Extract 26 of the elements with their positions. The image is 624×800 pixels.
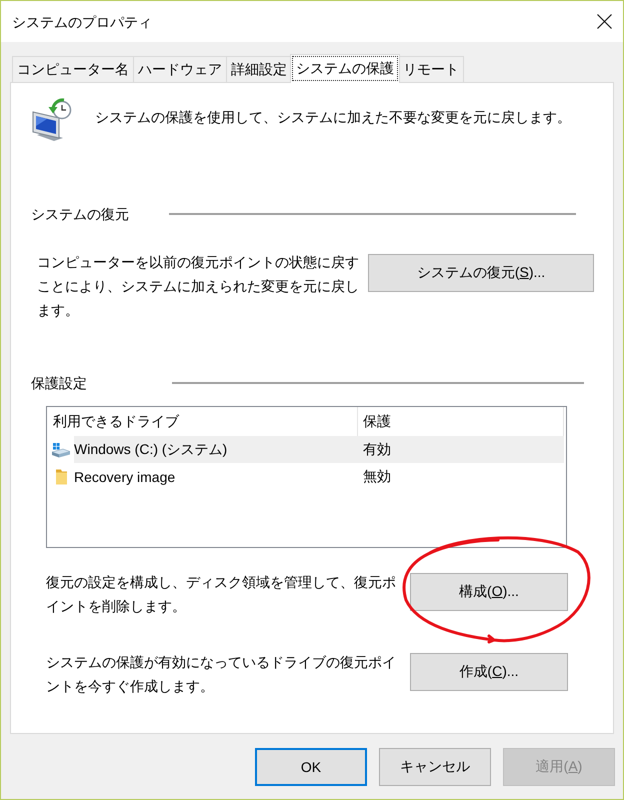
tab[interactable]: システムの保護 — [290, 54, 400, 83]
action-button[interactable]: 構成(O)... — [410, 573, 568, 611]
drive-name: Recovery image — [74, 468, 176, 484]
drive-list[interactable]: 利用できるドライブ 保護 Windows (C:) (システム) 有効 Recovery image 無効 — [46, 406, 567, 548]
window-title: システムのプロパティ — [12, 12, 152, 30]
description-text: システムの保護が有効になっているドライブの復元ポイントを今すぐ作成します。 — [46, 653, 397, 696]
description-text: コンピューターを以前の復元ポイントの状態に戻すことにより、システムに加えられた変更を元に戻します。 — [37, 253, 360, 320]
protection-status: 無効 — [362, 468, 391, 486]
intro-text: システムの保護を使用して、システムに加えた不要な変更を元に戻します。 — [95, 108, 571, 127]
close-button[interactable] — [597, 14, 612, 29]
description-text: 復元の設定を構成し、ディスク領域を管理して、復元ポイントを削除します。 — [46, 573, 397, 616]
drive-row[interactable]: Windows (C:) (システム) 有効 — [74, 436, 564, 463]
action-button[interactable]: 作成(C)... — [410, 653, 568, 691]
section-heading: 保護設定 — [31, 374, 88, 393]
drive-name: Windows (C:) (システム) — [74, 440, 228, 458]
monitor-clock-icon — [32, 98, 72, 142]
restore-button[interactable]: システムの復元(S)... — [368, 254, 594, 292]
close-icon — [597, 14, 612, 29]
section-heading: システムの復元 — [31, 205, 130, 224]
dialog-button[interactable]: キャンセル — [379, 748, 491, 786]
dialog-button[interactable]: OK — [255, 748, 367, 786]
tab[interactable]: リモート — [398, 56, 464, 82]
drive-icon — [52, 442, 70, 458]
protection-status: 有効 — [362, 440, 391, 458]
tab[interactable]: コンピューター名 — [12, 56, 134, 82]
drive-row[interactable]: Recovery image 無効 — [74, 463, 564, 490]
